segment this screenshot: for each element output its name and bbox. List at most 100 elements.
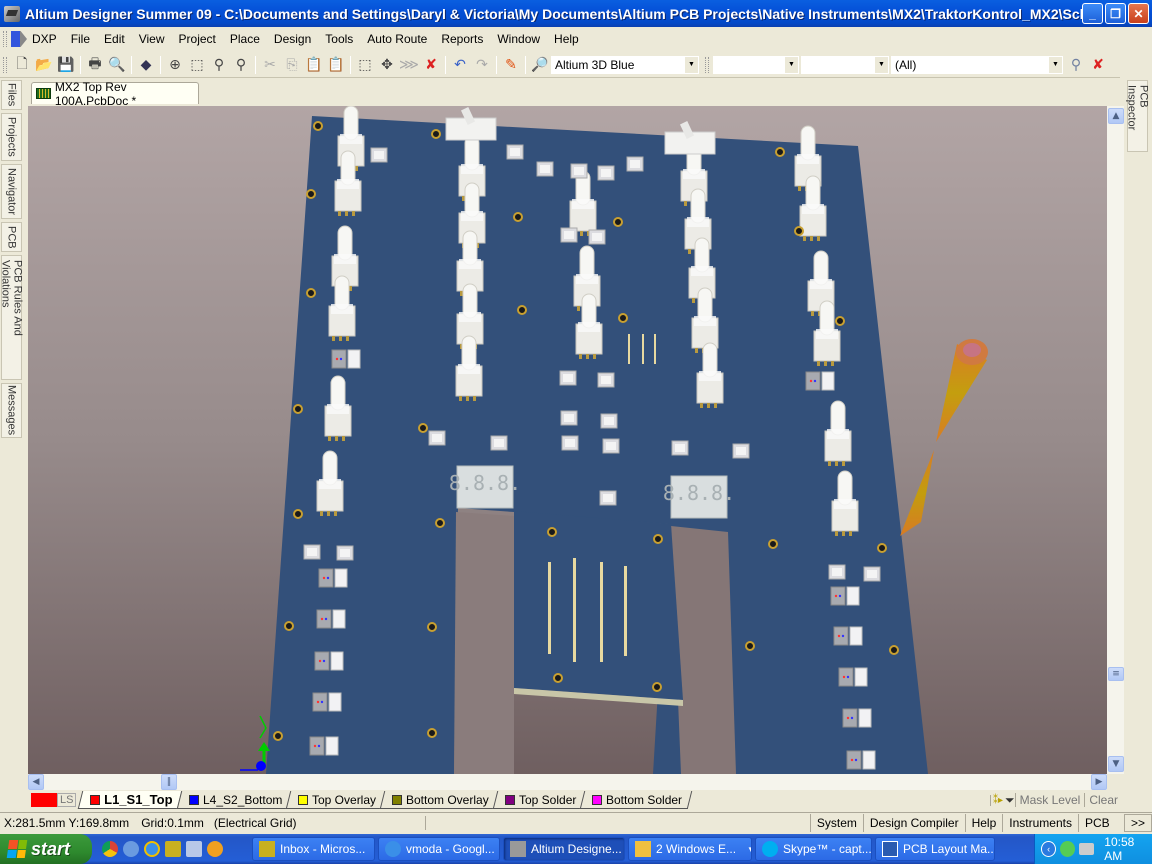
copy-icon[interactable]: ⎘	[281, 54, 303, 76]
scroll-left-button[interactable]: ◀	[28, 774, 44, 790]
panel-tab-pcb[interactable]: PCB	[1, 222, 22, 252]
menu-window[interactable]: Window	[490, 32, 547, 46]
menu-tools[interactable]: Tools	[318, 32, 360, 46]
chevron-down-icon[interactable]: ▼	[685, 56, 698, 73]
tray-expand-icon[interactable]: ‹	[1041, 841, 1057, 857]
component-filter-select[interactable]: ▼	[801, 55, 889, 74]
redo-icon[interactable]: ↷	[471, 54, 493, 76]
layer-scroll-icon[interactable]: ⁑▸	[989, 794, 1005, 806]
mask-filter-icon[interactable]: ⏷	[1005, 793, 1015, 808]
mask-level-button[interactable]: Mask Level	[1014, 793, 1085, 807]
layer-tab-bottom-solder[interactable]: Bottom Solder	[580, 791, 693, 809]
status-panel-pcb[interactable]: PCB	[1077, 813, 1120, 832]
status-panel-help[interactable]: Help	[964, 813, 1003, 832]
start-button[interactable]: start	[0, 834, 92, 864]
zoom-area-icon[interactable]: ⬚	[186, 54, 208, 76]
chrome-icon[interactable]	[102, 841, 118, 857]
view-configuration-select[interactable]: Altium 3D Blue ▼	[551, 55, 699, 74]
menu-reports[interactable]: Reports	[434, 32, 490, 46]
scroll-thumb-vertical[interactable]: ≡	[1108, 667, 1124, 681]
menu-dxp[interactable]: DXP	[32, 32, 64, 46]
panel-tab-navigator[interactable]: Navigator	[1, 164, 22, 219]
layer-tab-top-overlay[interactable]: Top Overlay	[286, 791, 387, 809]
select-area-icon[interactable]: ⬚	[354, 54, 376, 76]
taskbar-item-skype[interactable]: Skype™ - capt...	[755, 837, 872, 861]
layer-tab-top-solder[interactable]: Top Solder	[492, 791, 587, 809]
close-button[interactable]: ✕	[1128, 3, 1149, 24]
toolbar-grip[interactable]	[3, 56, 7, 73]
panel-tab-projects[interactable]: Projects	[1, 113, 22, 161]
open-folder-icon[interactable]: 📂	[33, 54, 55, 76]
menu-view[interactable]: View	[132, 32, 172, 46]
document-tab[interactable]: MX2 Top Rev 100A.PcbDoc *	[31, 80, 199, 108]
taskbar-item-vmoda[interactable]: vmoda - Googl...	[378, 837, 500, 861]
taskbar-item-pcb-layout[interactable]: PCB Layout Ma...	[875, 837, 995, 861]
menu-help[interactable]: Help	[547, 32, 586, 46]
net-filter-select[interactable]: ▼	[713, 55, 799, 74]
skype-tray-icon[interactable]	[1060, 841, 1076, 857]
layer-tab-bottom-overlay[interactable]: Bottom Overlay	[380, 791, 500, 809]
taskbar-item-windows-explorer[interactable]: 2 Windows E... ▼	[628, 837, 752, 861]
panel-tab-files[interactable]: Files	[1, 80, 22, 110]
panel-tab-pcb-inspector[interactable]: PCB Inspector	[1126, 80, 1150, 152]
group-chevron-down-icon[interactable]: ▼	[747, 845, 751, 854]
media-player-icon[interactable]	[123, 841, 139, 857]
filter-select[interactable]: (All) ▼	[891, 55, 1063, 74]
new-document-icon[interactable]: 🗋	[11, 54, 33, 76]
menu-design[interactable]: Design	[267, 32, 318, 46]
clock[interactable]: 10:58 AM	[1104, 835, 1152, 863]
deselect-icon[interactable]: ⋙	[398, 54, 420, 76]
cut-icon[interactable]: ✂	[259, 54, 281, 76]
menu-place[interactable]: Place	[223, 32, 267, 46]
save-icon[interactable]: 💾	[55, 54, 77, 76]
zoom-filtered-icon[interactable]: ⚲	[230, 54, 252, 76]
pcb-3d-viewport[interactable]: 8.8.8. 8.8.8.	[28, 106, 1107, 774]
altium-app-icon[interactable]	[4, 5, 20, 22]
print-preview-icon[interactable]: 🔍	[106, 54, 128, 76]
clear-mask-button[interactable]: Clear	[1084, 793, 1122, 807]
scroll-up-button[interactable]: ▲	[1108, 108, 1124, 124]
undo-icon[interactable]: ↶	[449, 54, 471, 76]
toolbar-grip[interactable]	[705, 56, 709, 73]
rubber-stamp-icon[interactable]: 📋	[325, 54, 347, 76]
apply-filter-icon[interactable]: ⚲	[1065, 54, 1087, 76]
pcb-3d-render[interactable]: 8.8.8. 8.8.8.	[28, 106, 1107, 774]
layer-tab-l1-s1-top[interactable]: L1_S1_Top	[78, 791, 184, 809]
scroll-down-button[interactable]: ▼	[1108, 756, 1124, 772]
scroll-right-button[interactable]: ▶	[1091, 774, 1107, 790]
chevron-down-icon[interactable]: ▼	[1049, 56, 1062, 73]
cross-probe-icon[interactable]: ✎	[500, 54, 522, 76]
layer-set-button[interactable]: LS	[57, 793, 77, 807]
minimize-button[interactable]: _	[1082, 3, 1103, 24]
paste-icon[interactable]: 📋	[303, 54, 325, 76]
print-icon[interactable]: 🖶	[84, 54, 106, 76]
horizontal-scrollbar[interactable]: ◀ ‖ ▶	[28, 774, 1107, 790]
zoom-selected-icon[interactable]: ⚲	[208, 54, 230, 76]
restore-button[interactable]: ❐	[1105, 3, 1126, 24]
zoom-fit-icon[interactable]: ⊕	[164, 54, 186, 76]
menubar-grip[interactable]	[3, 31, 7, 47]
windows-media-icon[interactable]	[207, 841, 223, 857]
panel-tab-pcb-rules[interactable]: PCB Rules And Violations	[0, 255, 24, 380]
layer-tab-l4-s2-bottom[interactable]: L4_S2_Bottom	[176, 791, 293, 809]
desktop-icon[interactable]	[186, 841, 202, 857]
browse-components-icon[interactable]: 🔎	[529, 54, 551, 76]
3d-layer-stack-icon[interactable]: ◆	[135, 54, 157, 76]
taskbar-item-altium[interactable]: Altium Designe...	[503, 837, 625, 861]
outlook-icon[interactable]	[165, 841, 181, 857]
menu-auto-route[interactable]: Auto Route	[360, 32, 434, 46]
clear-filter-icon[interactable]: ✘	[1087, 54, 1109, 76]
taskbar-item-inbox[interactable]: Inbox - Micros...	[252, 837, 375, 861]
chevron-down-icon[interactable]: ▼	[785, 56, 798, 73]
current-layer-color-swatch[interactable]	[31, 793, 57, 807]
status-panel-system[interactable]: System	[809, 813, 863, 832]
chevron-down-icon[interactable]: ▼	[875, 56, 888, 73]
clear-filter-icon[interactable]: ✘	[420, 54, 442, 76]
menu-edit[interactable]: Edit	[97, 32, 132, 46]
vertical-scrollbar[interactable]: ▲ ≡ ▼	[1107, 106, 1124, 774]
status-panel-instruments[interactable]: Instruments	[1002, 813, 1078, 832]
status-more-button[interactable]: >>	[1123, 813, 1152, 832]
panel-tab-messages[interactable]: Messages	[1, 383, 22, 438]
network-tray-icon[interactable]	[1079, 843, 1095, 855]
status-panel-design-compiler[interactable]: Design Compiler	[862, 813, 965, 832]
